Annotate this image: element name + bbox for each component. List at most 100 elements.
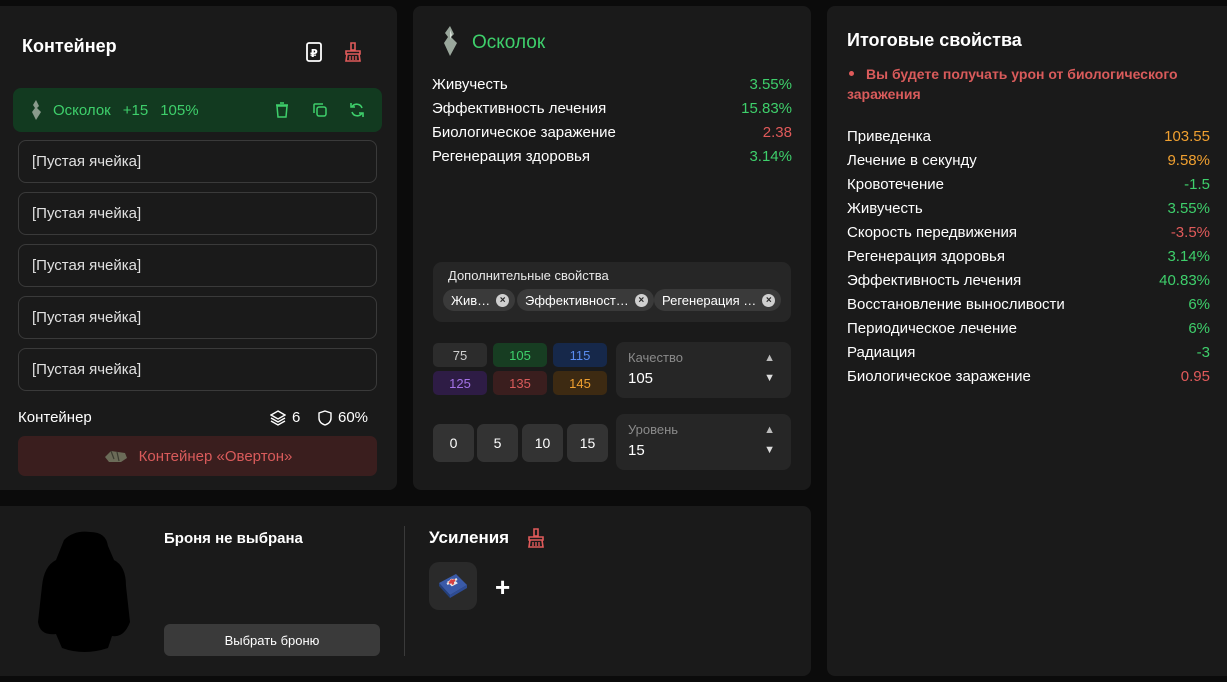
summary-row-value: 3.55% <box>1167 200 1210 217</box>
container-slots-value: 6 <box>292 409 301 426</box>
choose-armor-button[interactable]: Выбрать броню <box>164 624 380 656</box>
price-tag-icon[interactable]: ₽ <box>305 42 323 62</box>
container-protection-value: 60% <box>338 409 369 426</box>
armor-panel: Броня не выбрана Выбрать броню Усиления … <box>0 506 811 676</box>
add-boost-button[interactable]: + <box>495 572 510 603</box>
summary-row-name: Регенерация здоровья <box>847 248 1005 265</box>
artifact-panel: Осколок Живучесть 3.55% Эффективность ле… <box>413 6 811 490</box>
summary-row: Приведенка 103.55 <box>847 128 1210 145</box>
extra-property-chip[interactable]: Регенерация … × <box>654 289 782 311</box>
summary-row-value: 6% <box>1188 296 1210 313</box>
container-slot-empty-4[interactable]: [Пустая ячейка] <box>18 296 377 339</box>
chevron-up-icon[interactable]: ▲ <box>764 352 775 364</box>
artifact-stat-row: Регенерация здоровья 3.14% <box>432 148 792 165</box>
quality-preset-button[interactable]: 125 <box>433 371 487 395</box>
chevron-up-icon[interactable]: ▲ <box>764 424 775 436</box>
artifact-stat-name: Живучесть <box>432 76 508 93</box>
summary-row-name: Кровотечение <box>847 176 944 193</box>
chip-label: Жив… <box>451 292 491 308</box>
artifact-icon <box>444 26 457 56</box>
container-title: Контейнер <box>22 36 117 56</box>
level-preset-button[interactable]: 0 <box>433 424 474 462</box>
trash-icon[interactable] <box>273 101 291 119</box>
level-value: 15 <box>628 442 645 459</box>
artifact-stat-row: Живучесть 3.55% <box>432 76 792 93</box>
artifact-stat-value: 3.55% <box>749 76 792 93</box>
artifact-stat-value: 2.38 <box>762 124 792 141</box>
quality-preset-button[interactable]: 105 <box>493 343 547 367</box>
summary-row: Периодическое лечение 6% <box>847 320 1210 337</box>
artifact-stat-name: Эффективность лечения <box>432 100 607 117</box>
boost-item-medkit[interactable] <box>429 562 477 610</box>
summary-row-name: Скорость передвижения <box>847 224 1018 241</box>
summary-row: Эффективность лечения 40.83% <box>847 272 1210 289</box>
summary-row-value: 6% <box>1188 320 1210 337</box>
quality-preset-button[interactable]: 135 <box>493 371 547 395</box>
chip-label: Эффективност… <box>525 292 629 308</box>
container-slot-empty-3[interactable]: [Пустая ячейка] <box>18 244 377 287</box>
shield-icon <box>318 409 332 426</box>
chevron-down-icon[interactable]: ▼ <box>764 444 775 456</box>
summary-row-value: 0.95 <box>1180 368 1210 385</box>
clear-broom-icon[interactable] <box>527 528 545 548</box>
divider <box>404 526 405 656</box>
container-slots-count: 6 <box>270 409 300 426</box>
no-armor-label: Броня не выбрана <box>164 530 303 547</box>
summary-row-value: -1.5 <box>1184 176 1210 193</box>
level-preset-button[interactable]: 5 <box>477 424 518 462</box>
container-slot-empty-1[interactable]: [Пустая ячейка] <box>18 140 377 183</box>
summary-row-name: Приведенка <box>847 128 931 145</box>
container-slot-empty-5[interactable]: [Пустая ячейка] <box>18 348 377 391</box>
container-select-button[interactable]: Контейнер «Овертон» <box>18 436 377 476</box>
layers-icon <box>270 409 286 426</box>
artifact-stat-row: Биологическое заражение 2.38 <box>432 124 792 141</box>
summary-row: Скорость передвижения -3.5% <box>847 224 1210 241</box>
summary-warning-text: Вы будете получать урон от биологическог… <box>847 66 1178 102</box>
slot-artifact-level: +15 <box>122 101 149 119</box>
summary-row-value: 3.14% <box>1167 248 1210 265</box>
artifact-stat-name: Регенерация здоровья <box>432 148 590 165</box>
summary-row-name: Восстановление выносливости <box>847 296 1065 313</box>
quality-preset-button[interactable]: 75 <box>433 343 487 367</box>
summary-row-value: -3 <box>1196 344 1210 361</box>
slot-artifact-name: Осколок <box>53 101 111 119</box>
artifact-stat-value: 3.14% <box>749 148 792 165</box>
container-slot-empty-2[interactable]: [Пустая ячейка] <box>18 192 377 235</box>
summary-row: Живучесть 3.55% <box>847 200 1210 217</box>
summary-row-name: Эффективность лечения <box>847 272 1022 289</box>
level-label: Уровень <box>628 422 679 437</box>
quality-value: 105 <box>628 370 654 387</box>
extra-properties-box: Дополнительные свойства Жив… × Эффективн… <box>433 262 791 322</box>
container-thumbnail-icon <box>104 450 127 462</box>
summary-row-value: 9.58% <box>1167 152 1210 169</box>
level-preset-button[interactable]: 15 <box>567 424 608 462</box>
level-preset-button[interactable]: 10 <box>522 424 563 462</box>
artifact-stat-value: 15.83% <box>741 100 792 117</box>
extra-properties-label: Дополнительные свойства <box>448 268 609 283</box>
summary-row-name: Радиация <box>847 344 916 361</box>
quality-label: Качество <box>628 350 683 365</box>
summary-row: Лечение в секунду 9.58% <box>847 152 1210 169</box>
summary-title: Итоговые свойства <box>847 30 1022 50</box>
chip-remove-icon[interactable]: × <box>634 293 648 307</box>
copy-icon[interactable] <box>311 101 329 119</box>
artifact-title: Осколок <box>472 32 546 53</box>
chip-remove-icon[interactable]: × <box>762 293 776 307</box>
artifact-stat-row: Эффективность лечения 15.83% <box>432 100 792 117</box>
summary-row-value: 103.55 <box>1164 128 1210 145</box>
level-selector[interactable]: Уровень 15 ▲ ▼ <box>616 414 791 470</box>
quality-selector[interactable]: Качество 105 ▲ ▼ <box>616 342 791 398</box>
extra-property-chip[interactable]: Жив… × <box>443 289 516 311</box>
quality-preset-button[interactable]: 115 <box>553 343 607 367</box>
container-slot-active[interactable]: Осколок +15 105% <box>13 88 382 132</box>
refresh-icon[interactable] <box>348 101 366 119</box>
chevron-down-icon[interactable]: ▼ <box>764 372 775 384</box>
clear-broom-icon[interactable] <box>344 42 362 62</box>
summary-row-name: Биологическое заражение <box>847 368 1031 385</box>
chip-remove-icon[interactable]: × <box>496 293 510 307</box>
boosts-title: Усиления <box>429 528 510 547</box>
extra-property-chip[interactable]: Эффективност… × <box>517 289 654 311</box>
warning-bullet-icon <box>849 71 854 76</box>
quality-preset-button[interactable]: 145 <box>553 371 607 395</box>
summary-warning: Вы будете получать урон от биологическог… <box>847 64 1217 104</box>
